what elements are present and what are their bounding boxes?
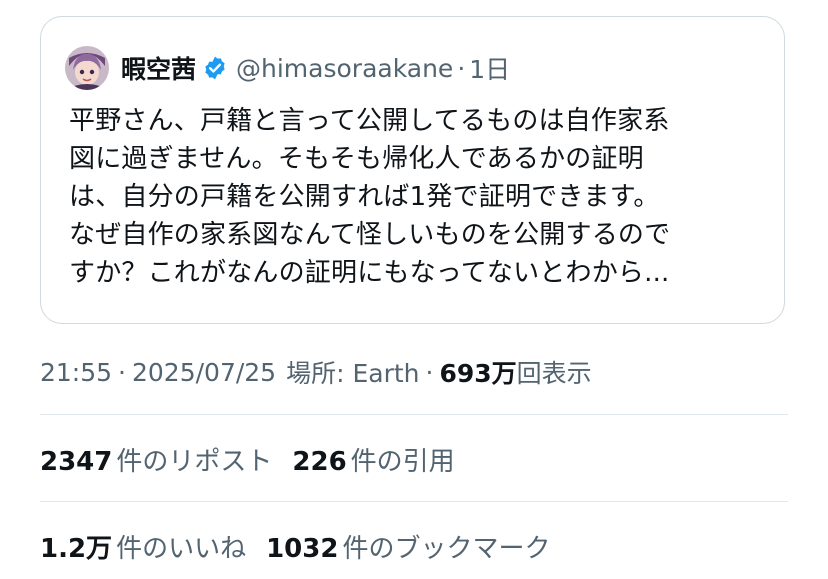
views-count[interactable]: 693万 <box>439 354 516 390</box>
author-name[interactable]: 暇空茜 <box>121 50 196 86</box>
tweet-location: 場所: Earth <box>286 359 420 388</box>
avatar[interactable] <box>65 46 109 90</box>
divider <box>40 414 788 415</box>
divider <box>40 501 788 502</box>
stats-row-reposts: 2347 件のリポスト 226 件の引用 <box>40 437 475 481</box>
time-ago[interactable]: 1日 <box>469 50 510 86</box>
author-handle[interactable]: @himasoraakane <box>236 54 453 83</box>
meta-dot: · <box>425 357 434 387</box>
text-line: すか？これがなんの証明にもなってないとわから... <box>69 258 670 288</box>
quoted-tweet-text: 平野さん、戸籍と言って公開してるものは自作家系 図に過ぎません。そもそも帰化人で… <box>69 102 769 292</box>
tweet-time[interactable]: 21:55 <box>40 358 112 387</box>
views-label: 回表示 <box>516 359 592 388</box>
bookmarks-label: 件のブックマーク <box>342 533 551 564</box>
text-line: 図に過ぎません。そもそも帰化人であるかの証明 <box>69 144 644 174</box>
quotes-stat[interactable]: 226 件の引用 <box>292 441 454 478</box>
avatar-icon <box>65 46 109 90</box>
quoted-tweet-card[interactable]: 暇空茜 @himasoraakane · 1日 平野さん、戸籍と言って公開してる… <box>40 16 785 324</box>
quoted-tweet-header: 暇空茜 @himasoraakane · 1日 <box>65 43 510 93</box>
tweet-date[interactable]: 2025/07/25 <box>132 358 276 387</box>
reposts-count: 2347 <box>40 446 113 477</box>
quotes-label: 件の引用 <box>350 446 455 477</box>
bookmarks-count: 1032 <box>266 533 339 564</box>
header-separator: · <box>457 53 466 83</box>
stats-row-likes: 1.2万 件のいいね 1032 件のブックマーク <box>40 524 570 568</box>
likes-label: 件のいいね <box>116 533 247 564</box>
meta-dot: · <box>118 357 126 387</box>
verified-badge-icon <box>205 56 225 80</box>
text-line: は、自分の戸籍を公開すれば1発で証明できます。 <box>69 182 660 212</box>
quotes-count: 226 <box>292 446 347 477</box>
likes-stat[interactable]: 1.2万 件のいいね <box>40 528 246 565</box>
reposts-stat[interactable]: 2347 件のリポスト <box>40 441 272 478</box>
bookmarks-stat[interactable]: 1032 件のブックマーク <box>266 528 550 565</box>
text-line: 平野さん、戸籍と言って公開してるものは自作家系 <box>69 106 670 136</box>
reposts-label: 件のリポスト <box>116 446 273 477</box>
likes-count: 1.2万 <box>40 533 113 564</box>
tweet-meta: 21:55 · 2025/07/25 場所: Earth · 693万 回表示 <box>40 352 592 392</box>
text-line: なぜ自作の家系図なんて怪しいものを公開するので <box>69 220 671 250</box>
